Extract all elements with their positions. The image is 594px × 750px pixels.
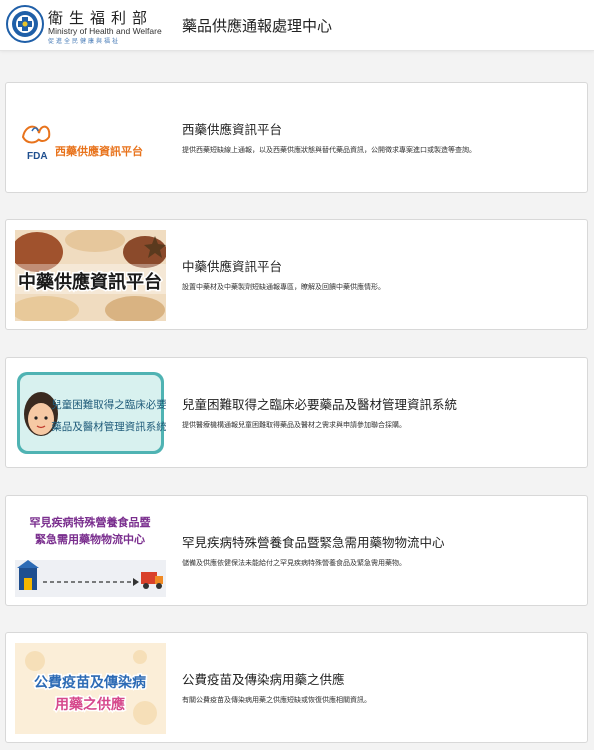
fda-label: FDA (27, 151, 48, 162)
card-description: 提供醫療機構通報兒童困難取得藥品及醫材之需求與申請參加聯合採購。 (182, 421, 406, 429)
card-description: 設置中藥材及中藥製劑短缺通報專區，瞭解及回饋中藥供應情形。 (182, 283, 385, 291)
card-image: 中藥供應資訊平台 (15, 230, 166, 321)
card-image: 兒童困難取得之臨床必要 藥品及醫材管理資訊系統 (15, 368, 166, 459)
card-image: 罕見疾病特殊營養食品暨 緊急需用藥物物流中心 (15, 506, 166, 597)
card-description: 儲備及供應依健保法未能給付之罕見疾病特殊營養食品及緊急需用藥物。 (182, 559, 406, 567)
card-pediatric-drug-system[interactable]: 兒童困難取得之臨床必要 藥品及醫材管理資訊系統 兒童困難取得之臨床必要藥品及醫材… (5, 357, 588, 468)
card-vaccine-supply[interactable]: 公費疫苗及傳染病 用藥之供應 公費疫苗及傳染病用藥之供應 有關公費疫苗及傳染病用… (5, 632, 588, 743)
brand-label: 西藥供應資訊平台 (55, 144, 143, 158)
card-title[interactable]: 罕見疾病特殊營養食品暨緊急需用藥物物流中心 (182, 532, 445, 551)
card-title[interactable]: 公費疫苗及傳染病用藥之供應 (182, 669, 345, 688)
banner-text: 中藥供應資訊平台 (18, 271, 162, 293)
image-line-2: 緊急需用藥物物流中心 (35, 532, 145, 546)
card-western-drug-platform[interactable]: FDA 西藥供應資訊平台 西藥供應資訊平台 提供西藥短缺線上通報，以及西藥供應狀… (5, 82, 588, 193)
card-description: 提供西藥短缺線上通報，以及西藥供應狀態與替代藥品資訊，公開徵求專案進口或製造等查… (182, 146, 476, 154)
image-line-1: 兒童困難取得之臨床必要 (51, 398, 166, 411)
image-line-2: 用藥之供應 (55, 696, 125, 713)
card-chinese-medicine-platform[interactable]: 中藥供應資訊平台 中藥供應資訊平台 設置中藥材及中藥製劑短缺通報專區，瞭解及回饋… (5, 219, 588, 330)
site-header: 衛生福利部 Ministry of Health and Welfare 促進全… (0, 0, 594, 51)
ministry-logo[interactable]: 衛生福利部 Ministry of Health and Welfare 促進全… (6, 5, 174, 45)
ministry-seal-icon (6, 5, 44, 43)
card-title[interactable]: 西藥供應資訊平台 (182, 119, 282, 138)
card-title[interactable]: 中藥供應資訊平台 (182, 256, 282, 275)
card-rare-disease-center[interactable]: 罕見疾病特殊營養食品暨 緊急需用藥物物流中心 罕見疾病特殊營養食品暨緊急需用藥物… (5, 495, 588, 606)
image-line-1: 公費疫苗及傳染病 (34, 674, 146, 691)
image-line-2: 藥品及醫材管理資訊系統 (51, 420, 166, 433)
image-line-1: 罕見疾病特殊營養食品暨 (30, 515, 151, 529)
ministry-slogan: 促進全民健康與福祉 (48, 38, 121, 45)
card-title[interactable]: 兒童困難取得之臨床必要藥品及醫材管理資訊系統 (182, 394, 457, 413)
card-image: FDA 西藥供應資訊平台 (15, 93, 166, 184)
ministry-name-en: Ministry of Health and Welfare (48, 26, 162, 36)
site-title: 藥品供應通報處理中心 (182, 17, 333, 35)
card-image: 公費疫苗及傳染病 用藥之供應 (15, 643, 166, 734)
ministry-name-zh: 衛生福利部 (48, 9, 154, 27)
card-description: 有關公費疫苗及傳染病用藥之供應短缺或恢復供應相關資訊。 (182, 696, 371, 704)
